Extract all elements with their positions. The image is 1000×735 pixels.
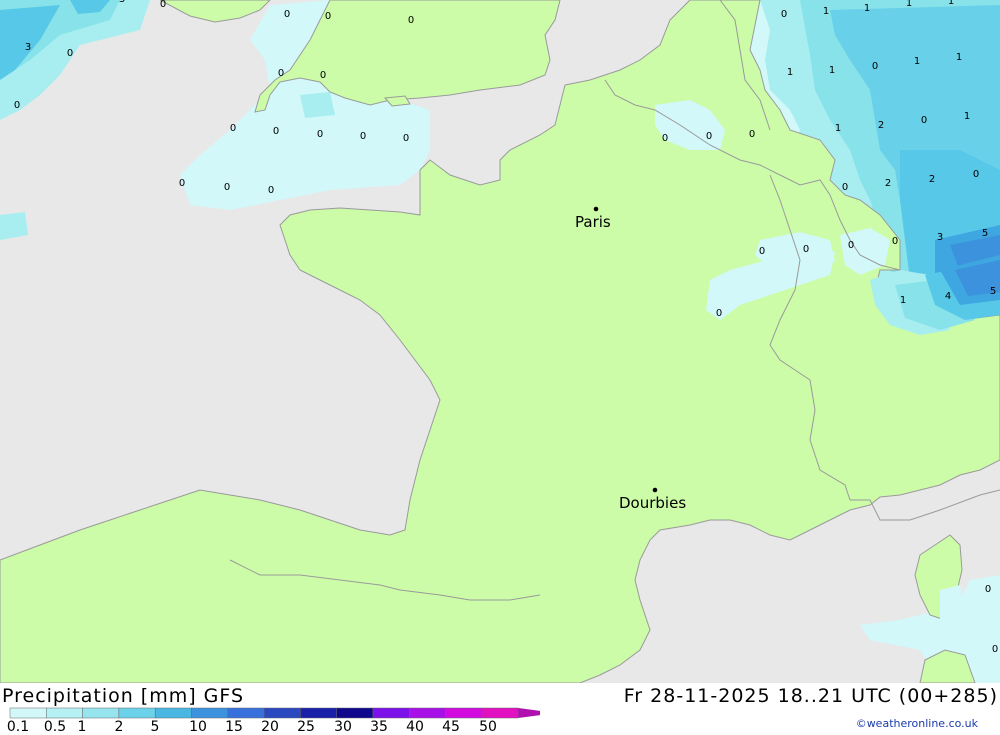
precip-value: 0 xyxy=(408,15,414,26)
precip-value: 0 xyxy=(224,182,230,193)
credit[interactable]: ©weatheronline.co.uk xyxy=(856,717,978,730)
precip-value: 1 xyxy=(900,295,906,306)
precip-value: 0 xyxy=(842,182,848,193)
legend-swatch xyxy=(191,707,229,719)
precip-value: 0 xyxy=(662,133,668,144)
legend-swatch xyxy=(227,707,265,719)
precip-value: 0 xyxy=(985,584,991,595)
precip-value: 0 xyxy=(749,129,755,140)
precip-value: 0 xyxy=(317,129,323,140)
precip-value: 0 xyxy=(992,644,998,655)
precip-value: 0 xyxy=(781,9,787,20)
city-label: Dourbies xyxy=(619,494,686,512)
precip-value: 0 xyxy=(892,236,898,247)
precip-value: 0 xyxy=(848,240,854,251)
precip-value: 0 xyxy=(973,169,979,180)
legend-swatch xyxy=(118,707,156,719)
precip-value: 0 xyxy=(403,133,409,144)
precip-value: 0 xyxy=(325,11,331,22)
precip-value: 0 xyxy=(14,100,20,111)
legend-swatch xyxy=(409,707,446,719)
precip-value: 3 xyxy=(119,0,125,5)
legend-swatch xyxy=(82,707,120,719)
precip-value: 3 xyxy=(937,232,943,243)
legend-swatch xyxy=(336,707,374,719)
legend-swatch xyxy=(481,707,519,719)
precipitation-map[interactable]: 3 0 0 3 0 0 0 0 0 0 0 0 0 0 0 0 0 0 0 0 0 0 0 0 0 0 0 0 1 1 1 1 1 1 0 1 1 1 2 0… xyxy=(0,0,1000,683)
precip-value: 2 xyxy=(885,178,891,189)
precip-value: 3 xyxy=(25,42,31,53)
legend-swatch xyxy=(300,707,337,719)
precip-value: 0 xyxy=(320,70,326,81)
precip-value: 2 xyxy=(929,174,935,185)
legend-swatch xyxy=(154,707,192,719)
precip-value: 0 xyxy=(278,68,284,79)
precip-value: 0 xyxy=(273,126,279,137)
precip-value: 0 xyxy=(160,0,166,10)
precip-value: 5 xyxy=(982,228,988,239)
precip-value: 4 xyxy=(945,291,951,302)
legend-swatch xyxy=(9,707,47,719)
valid-time: Fr 28-11-2025 18..21 UTC (00+285) xyxy=(623,685,998,707)
legend-swatch xyxy=(263,707,301,719)
precip-value: 0 xyxy=(268,185,274,196)
precip-value: 1 xyxy=(823,6,829,17)
legend-swatch xyxy=(372,707,410,719)
precip-value: 0 xyxy=(230,123,236,134)
precip-value: 1 xyxy=(787,67,793,78)
precip-value: 0 xyxy=(179,178,185,189)
precip-value: 0 xyxy=(921,115,927,126)
precip-value: 1 xyxy=(864,3,870,14)
precip-value: 1 xyxy=(835,123,841,134)
legend-overflow-arrow xyxy=(518,708,540,718)
precip-value: 1 xyxy=(948,0,954,7)
precip-value: 0 xyxy=(360,131,366,142)
precip-value: 0 xyxy=(284,9,290,20)
precip-value: 1 xyxy=(964,111,970,122)
precip-value: 5 xyxy=(990,286,996,297)
precip-value: 0 xyxy=(706,131,712,142)
precip-value: 0 xyxy=(759,246,765,257)
precip-value: 1 xyxy=(829,65,835,76)
precip-value: 1 xyxy=(906,0,912,9)
footer: Precipitation [mm] GFS Fr 28-11-2025 18.… xyxy=(0,683,1000,735)
precip-value: 0 xyxy=(872,61,878,72)
precip-value: 0 xyxy=(67,48,73,59)
precip-value: 0 xyxy=(716,308,722,319)
precip-value: 1 xyxy=(956,52,962,63)
precip-value: 2 xyxy=(878,120,884,131)
precip-value: 0 xyxy=(803,244,809,255)
precip-value: 1 xyxy=(914,56,920,67)
legend-swatch xyxy=(445,707,483,719)
city-label: Paris xyxy=(575,213,611,231)
legend-swatch xyxy=(46,707,83,719)
